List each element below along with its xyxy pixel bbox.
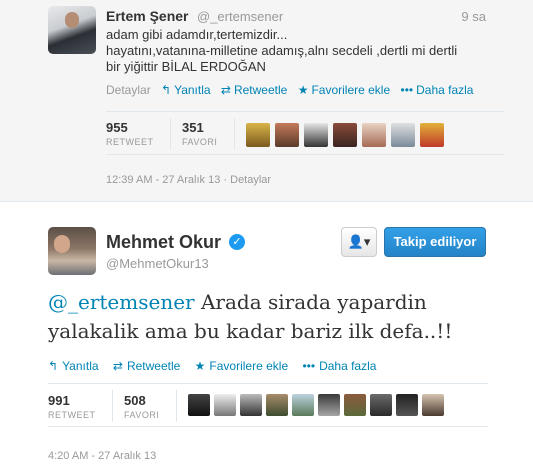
favoriter-avatar[interactable] [370, 394, 392, 416]
retweet-count-value: 991 [48, 393, 70, 408]
retweet-count[interactable]: 991 RETWEET [48, 393, 96, 420]
author-handle[interactable]: @_ertemsener [197, 9, 283, 24]
favorite-count-value: 351 [182, 120, 204, 135]
author-name[interactable]: Ertem Şener [106, 8, 188, 24]
tweet-text-line: bir yiğittir BİLAL ERDOĞAN [106, 59, 266, 74]
author-handle[interactable]: @MehmetOkur13 [106, 256, 209, 271]
favoriter-avatar[interactable] [246, 123, 270, 147]
stats-divider [234, 118, 235, 150]
tweet-time[interactable]: 9 sa [461, 9, 486, 24]
tweet-text-line: adam gibi adamdır,tertemizdir... [106, 27, 288, 42]
favoriter-avatar[interactable] [292, 394, 314, 416]
tweet-mehmet-okur: Mehmet Okur ✓ @MehmetOkur13 👤▾ Takip edi… [0, 203, 533, 475]
tweet-text-line: yalakalik ama bu kadar bariz ilk defa..!… [48, 319, 453, 343]
more-icon: ••• [400, 83, 414, 97]
reply-label: Yanıtla [174, 83, 211, 97]
retweet-icon: ⇄ [112, 359, 123, 373]
star-icon: ★ [297, 83, 309, 97]
retweet-button[interactable]: ⇄ Retweetle [221, 83, 287, 97]
tweet-ertem-sener: Ertem Şener @_ertemsener 9 sa adam gibi … [0, 0, 533, 202]
retweet-count-value: 955 [106, 120, 128, 135]
retweet-icon: ⇄ [220, 83, 231, 97]
favoriter-avatar[interactable] [391, 123, 415, 147]
reply-button[interactable]: ↰ Yanıtla [48, 359, 99, 373]
favorite-count[interactable]: 508 FAVORI [124, 393, 159, 420]
tweet-actions: ↰ Yanıtla ⇄ Retweetle ★ Favorilere ekle •••… [48, 359, 387, 373]
favoriter-avatar[interactable] [396, 394, 418, 416]
more-label: Daha fazla [416, 83, 474, 97]
favorite-count-label: FAVORI [124, 410, 160, 420]
stats-divider [112, 390, 113, 422]
retweet-button[interactable]: ⇄ Retweetle [113, 359, 180, 373]
favoriter-avatar[interactable] [344, 394, 366, 416]
tweet-timestamp[interactable]: 12:39 AM - 27 Aralık 13 · Detaylar [106, 174, 271, 186]
tweet-text-part: Arada sirada yapardin [194, 290, 427, 314]
favoriter-avatar[interactable] [214, 394, 236, 416]
following-button[interactable]: Takip ediliyor [384, 227, 486, 257]
mention-link[interactable]: @_ertemsener [48, 290, 195, 314]
favorite-count-label: FAVORI [182, 137, 218, 147]
favoriter-avatar[interactable] [422, 394, 444, 416]
details-link[interactable]: Detaylar [106, 83, 151, 97]
tweet-stats: 955 RETWEET 351 FAVORI [106, 111, 504, 155]
retweet-label: Retweetle [233, 83, 288, 97]
retweet-count-label: RETWEET [48, 410, 96, 420]
favorite-button[interactable]: ★ Favorilere ekle [195, 359, 288, 373]
favoriter-avatar[interactable] [333, 123, 357, 147]
favorite-label: Favorilere ekle [311, 83, 391, 97]
avatar[interactable] [48, 227, 96, 275]
tweet-text: adam gibi adamdır,tertemizdir... hayatın… [106, 27, 498, 75]
favoriter-avatar[interactable] [275, 123, 299, 147]
tweet-actions: Detaylar ↰ Yanıtla ⇄ Retweetle ★ Favorilere… [106, 83, 473, 97]
tweet-stats: 991 RETWEET 508 FAVORI [48, 383, 488, 427]
favorite-count[interactable]: 351 FAVORI [182, 120, 217, 147]
more-label: Daha fazla [319, 359, 377, 373]
star-icon: ★ [194, 359, 206, 373]
tweet-text: @_ertemsener Arada sirada yapardin yalak… [48, 288, 488, 346]
verified-badge-icon: ✓ [229, 234, 245, 250]
tweet-timestamp[interactable]: 4:20 AM - 27 Aralık 13 [48, 450, 156, 462]
favorite-label: Favorilere ekle [209, 359, 289, 373]
reply-label: Yanıtla [62, 359, 99, 373]
favoriter-avatar[interactable] [362, 123, 386, 147]
favorite-count-value: 508 [124, 393, 146, 408]
stats-divider [176, 390, 177, 422]
favoriter-avatar[interactable] [318, 394, 340, 416]
user-actions-button[interactable]: 👤▾ [341, 227, 377, 257]
reply-icon: ↰ [48, 359, 59, 373]
retweet-count-label: RETWEET [106, 137, 154, 147]
favoriter-avatar[interactable] [304, 123, 328, 147]
tweet-text-line: @_ertemsener Arada sirada yapardin [48, 288, 488, 317]
more-icon: ••• [302, 359, 316, 373]
favoriter-avatar[interactable] [188, 394, 210, 416]
favoriters-avatars [188, 394, 444, 416]
more-button[interactable]: ••• Daha fazla [401, 83, 474, 97]
favorite-button[interactable]: ★ Favorilere ekle [298, 83, 390, 97]
author-name[interactable]: Mehmet Okur [106, 232, 221, 253]
reply-button[interactable]: ↰ Yanıtla [161, 83, 211, 97]
more-button[interactable]: ••• Daha fazla [302, 359, 376, 373]
favoriter-avatar[interactable] [420, 123, 444, 147]
favoriter-avatar[interactable] [266, 394, 288, 416]
user-icon: 👤 [347, 234, 364, 249]
retweet-label: Retweetle [126, 359, 181, 373]
favoriter-avatar[interactable] [240, 394, 262, 416]
reply-icon: ↰ [161, 83, 172, 97]
chevron-down-icon: ▾ [363, 234, 371, 249]
retweet-count[interactable]: 955 RETWEET [106, 120, 154, 147]
stats-divider [170, 118, 171, 150]
favoriters-avatars [246, 123, 444, 147]
avatar[interactable] [48, 6, 96, 54]
tweet-text-line: hayatını,vatanına-milletine adamış,alnı … [106, 43, 458, 58]
